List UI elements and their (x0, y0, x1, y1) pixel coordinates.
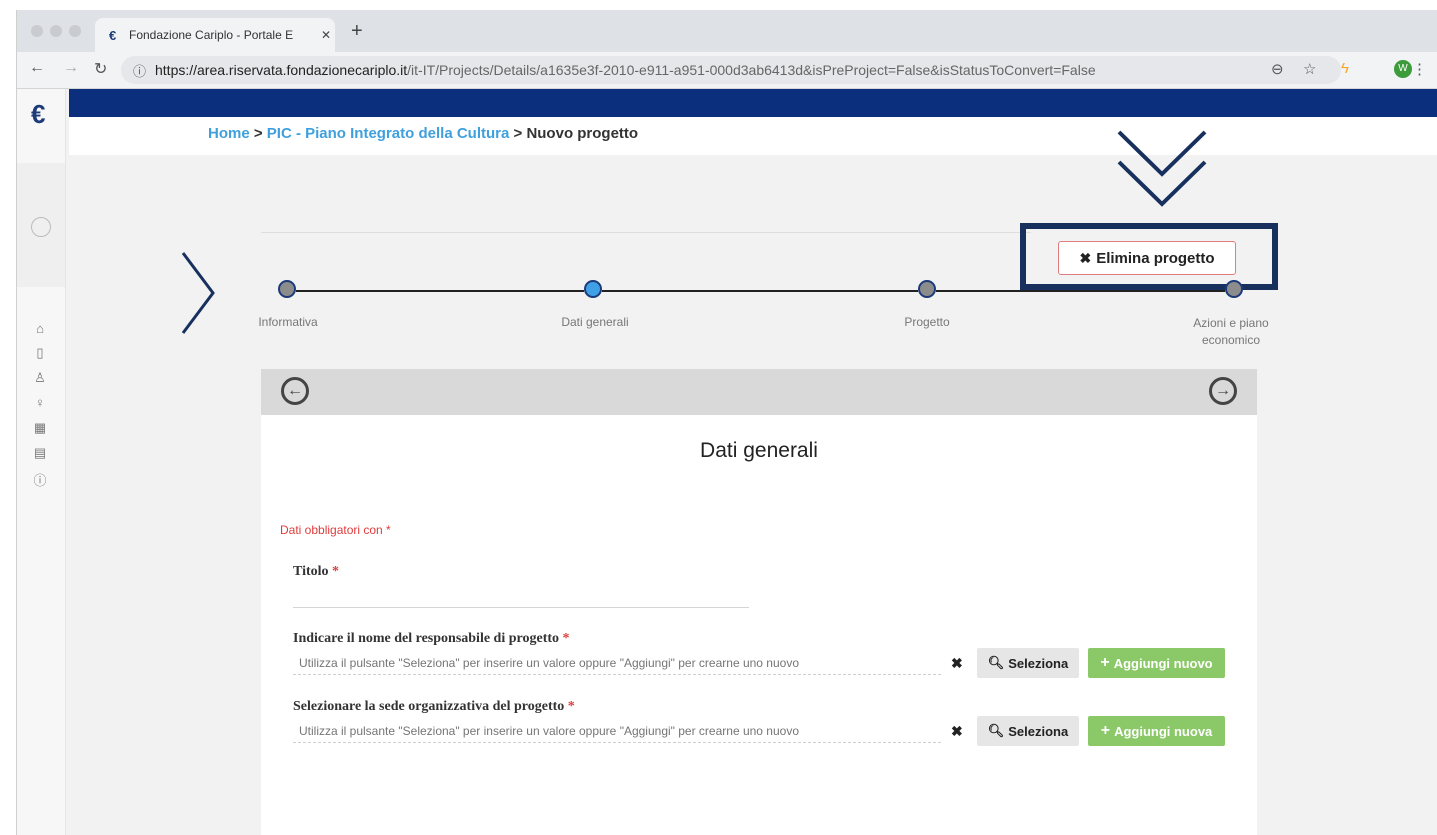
step-label-progetto[interactable]: Progetto (887, 315, 967, 329)
window-minimize-dot[interactable] (50, 25, 62, 37)
top-bar (69, 89, 1437, 117)
extension-bolt-icon[interactable]: ϟ (1341, 60, 1349, 77)
zoom-icon[interactable]: ⊖ (1271, 60, 1284, 78)
location-lookup-input[interactable] (293, 719, 941, 743)
required-asterisk: * (567, 699, 575, 714)
address-bar[interactable]: ⓘ https://area.riservata.fondazionecarip… (121, 56, 1341, 84)
forward-arrow-icon[interactable]: → (63, 59, 79, 77)
step-dot-informativa[interactable] (278, 280, 296, 298)
form-card: Dati generali Dati obbligatori con * Tit… (261, 415, 1257, 835)
left-sidebar: € ⌂ ▯ ♙ ♀ ▦ ▤ ⓘ (17, 89, 66, 835)
reload-icon[interactable]: ↻ (94, 59, 107, 79)
new-tab-button[interactable]: + (351, 20, 363, 43)
tab-close-icon[interactable]: ✕ (321, 28, 331, 42)
window-zoom-dot[interactable] (69, 25, 81, 37)
menu-dots-icon[interactable]: ⋮ (1412, 60, 1427, 78)
window-close-dot[interactable] (31, 25, 43, 37)
delete-project-button[interactable]: ✖ Elimina progetto (1058, 241, 1236, 275)
next-step-arrow-icon[interactable]: → (1209, 377, 1237, 405)
location-select-label: Seleziona (1008, 723, 1069, 739)
breadcrumb-home-link[interactable]: Home (208, 125, 250, 142)
info-icon[interactable]: ⓘ (31, 470, 49, 489)
site-info-icon[interactable]: ⓘ (133, 61, 149, 80)
manager-label: Indicare il nome del responsabile di pro… (293, 631, 570, 647)
step-connector (602, 290, 918, 292)
manager-select-label: Seleziona (1008, 655, 1069, 671)
required-asterisk: * (562, 631, 570, 646)
browser-tab[interactable]: € Fondazione Cariplo - Portale E ✕ (95, 18, 335, 52)
browser-toolbar: ← → ↻ ⓘ https://area.riservata.fondazion… (17, 52, 1437, 89)
location-add-label: Aggiungi nuova (1114, 723, 1213, 739)
plus-icon: + (1100, 654, 1110, 671)
bookmark-star-icon[interactable]: ☆ (1303, 60, 1316, 78)
book-icon[interactable]: ▤ (31, 445, 49, 461)
step-label-azioni[interactable]: Azioni e piano economico (1181, 315, 1281, 349)
manager-add-button[interactable]: + Aggiungi nuovo (1088, 648, 1225, 678)
search-icon: 🔍︎ (987, 723, 1005, 738)
tab-title: Fondazione Cariplo - Portale E (129, 28, 294, 42)
cariplo-favicon-icon: € (109, 27, 117, 43)
required-fields-note: Dati obbligatori con * (280, 523, 391, 537)
plus-icon: + (1100, 722, 1111, 739)
breadcrumb: Home > PIC - Piano Integrato della Cultu… (208, 125, 638, 142)
tab-strip: € Fondazione Cariplo - Portale E ✕ + (17, 10, 1437, 52)
url-host: https://area.riservata.fondazionecariplo… (155, 62, 408, 78)
breadcrumb-separator: > (249, 125, 267, 142)
step-connector (936, 290, 1225, 292)
step-dot-azioni[interactable] (1225, 280, 1243, 298)
annotation-chevrons-down-icon (1117, 130, 1207, 207)
manager-clear-icon[interactable]: ✖ (951, 655, 963, 672)
back-arrow-icon[interactable]: ← (29, 59, 45, 77)
title-input[interactable] (293, 577, 749, 608)
page: € ⌂ ▯ ♙ ♀ ▦ ▤ ⓘ Home > PIC - Piano Integ… (17, 89, 1437, 835)
form-title: Dati generali (700, 439, 818, 462)
location-add-button[interactable]: + Aggiungi nuova (1088, 716, 1225, 746)
delete-x-icon: ✖ (1079, 249, 1092, 266)
step-label-informativa[interactable]: Informativa (253, 315, 323, 329)
people-icon[interactable]: ♙ (31, 370, 49, 386)
manager-select-button[interactable]: 🔍︎ Seleziona (977, 648, 1079, 678)
lightbulb-icon[interactable]: ♀ (31, 395, 49, 410)
location-label: Selezionare la sede organizzativa del pr… (293, 699, 575, 715)
manager-label-text: Indicare il nome del responsabile di pro… (293, 631, 560, 646)
calendar-icon[interactable]: ▦ (31, 420, 49, 436)
step-connector (296, 290, 584, 292)
manager-lookup-input[interactable] (293, 651, 941, 675)
url-path: /it-IT/Projects/Details/a1635e3f-2010-e9… (407, 62, 1096, 78)
location-label-text: Selezionare la sede organizzativa del pr… (293, 699, 565, 714)
breadcrumb-current: Nuovo progetto (526, 125, 639, 142)
form-navigation-bar: ← → (261, 369, 1257, 415)
breadcrumb-separator: > (509, 125, 527, 142)
previous-step-arrow-icon[interactable]: ← (281, 377, 309, 405)
home-icon[interactable]: ⌂ (31, 321, 49, 336)
breadcrumb-section-link[interactable]: PIC - Piano Integrato della Cultura (267, 125, 510, 142)
step-label-dati-generali[interactable]: Dati generali (547, 315, 643, 329)
step-dot-dati-generali[interactable] (584, 280, 602, 298)
location-select-button[interactable]: 🔍︎ Seleziona (977, 716, 1079, 746)
search-icon: 🔍︎ (987, 655, 1005, 670)
divider (261, 232, 1031, 233)
annotation-chevron-right-icon (181, 252, 215, 334)
manager-add-label: Aggiungi nuovo (1113, 655, 1213, 671)
delete-project-label: Elimina progetto (1096, 249, 1215, 267)
user-icon[interactable] (31, 217, 51, 237)
location-clear-icon[interactable]: ✖ (951, 723, 963, 740)
profile-avatar[interactable]: W (1394, 60, 1412, 78)
cariplo-logo[interactable]: € (31, 99, 45, 130)
browser-window: € Fondazione Cariplo - Portale E ✕ + ← →… (16, 10, 1437, 835)
document-icon[interactable]: ▯ (31, 345, 49, 361)
step-dot-progetto[interactable] (918, 280, 936, 298)
